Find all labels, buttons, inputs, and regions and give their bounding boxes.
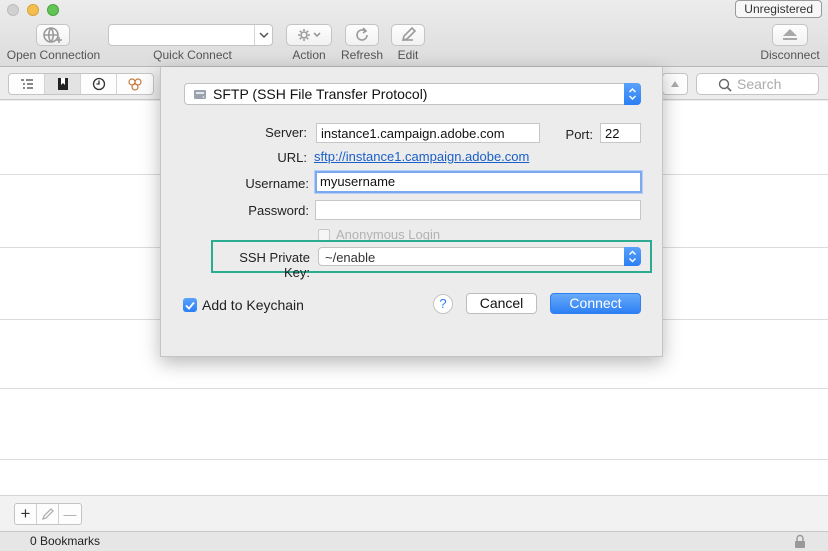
outline-list-icon[interactable] [9,74,45,94]
remove-bookmark-button[interactable]: — [59,504,81,524]
history-icon[interactable] [81,74,117,94]
quick-connect-label: Quick Connect [153,48,232,62]
add-to-keychain-label: Add to Keychain [202,297,304,313]
refresh-icon [356,27,368,41]
status-bar: 0 Bookmarks [0,531,828,551]
password-field[interactable] [315,200,641,220]
open-connection-label: Open Connection [6,48,101,62]
lock-icon[interactable] [794,534,806,549]
drive-icon [194,90,206,99]
help-button[interactable]: ? [433,294,453,314]
connect-button[interactable]: Connect [550,293,641,314]
edit-label: Edit [397,48,419,62]
globe-plus-icon [43,27,62,43]
go-up-button[interactable] [662,73,688,95]
port-field[interactable]: 22 [600,123,641,143]
cancel-button[interactable]: Cancel [466,293,537,314]
port-label: Port: [565,127,593,142]
add-to-keychain-checkbox[interactable]: Add to Keychain [183,297,304,313]
refresh-label: Refresh [340,48,384,62]
list-row-divider [0,388,828,389]
username-field[interactable]: myusername [315,171,642,193]
triangle-up-icon [671,81,679,87]
ssh-key-label: SSH Private Key: [239,250,310,280]
server-label: Server: [265,125,307,140]
list-row-divider [0,459,828,460]
zoom-window-button[interactable] [47,4,59,16]
eject-icon [783,29,797,40]
bookmark-toolbar: + — [0,495,828,531]
add-bookmark-button[interactable]: + [15,504,37,524]
bookmarks-icon[interactable] [45,74,81,94]
bonjour-icon[interactable] [117,74,153,94]
disconnect-button[interactable] [772,24,808,46]
unregistered-badge[interactable]: Unregistered [735,0,822,18]
view-segmented-control[interactable] [8,73,154,95]
username-label: Username: [245,176,309,191]
select-stepper-icon[interactable] [624,247,641,266]
minimize-window-button[interactable] [27,4,39,16]
checkmark-icon [183,298,197,312]
protocol-select[interactable]: SFTP (SSH File Transfer Protocol) [184,83,641,105]
pencil-icon [41,508,54,520]
url-label: URL: [277,150,307,165]
edit-button[interactable] [391,24,425,46]
connection-dialog: SFTP (SSH File Transfer Protocol) Server… [160,67,663,357]
open-connection-button[interactable] [36,24,70,46]
search-placeholder: Search [737,76,782,92]
ssh-key-select[interactable]: ~/enable [318,247,641,266]
pencil-icon [401,26,417,42]
close-window-button[interactable] [7,4,19,16]
disconnect-label: Disconnect [760,48,820,62]
protocol-value: SFTP (SSH File Transfer Protocol) [213,86,428,102]
bookmark-count: 0 Bookmarks [30,534,101,548]
search-input[interactable]: Search [696,73,819,95]
gear-icon [298,29,321,41]
password-label: Password: [248,203,309,218]
select-stepper-icon[interactable] [624,83,641,105]
bookmark-actions: + — [14,503,82,525]
checkbox-unchecked-icon [318,228,330,241]
refresh-button[interactable] [345,24,379,46]
quick-connect-combobox[interactable] [108,24,273,46]
toolbar: Unregistered Open Connection Quick Conne… [0,0,828,67]
edit-bookmark-button[interactable] [37,504,59,524]
chevron-down-icon[interactable] [254,25,272,45]
search-icon [718,78,732,92]
server-field[interactable]: instance1.campaign.adobe.com [316,123,540,143]
url-link[interactable]: sftp://instance1.campaign.adobe.com [314,149,529,164]
ssh-key-value: ~/enable [325,250,376,265]
action-button[interactable] [286,24,332,46]
action-label: Action [292,48,326,62]
